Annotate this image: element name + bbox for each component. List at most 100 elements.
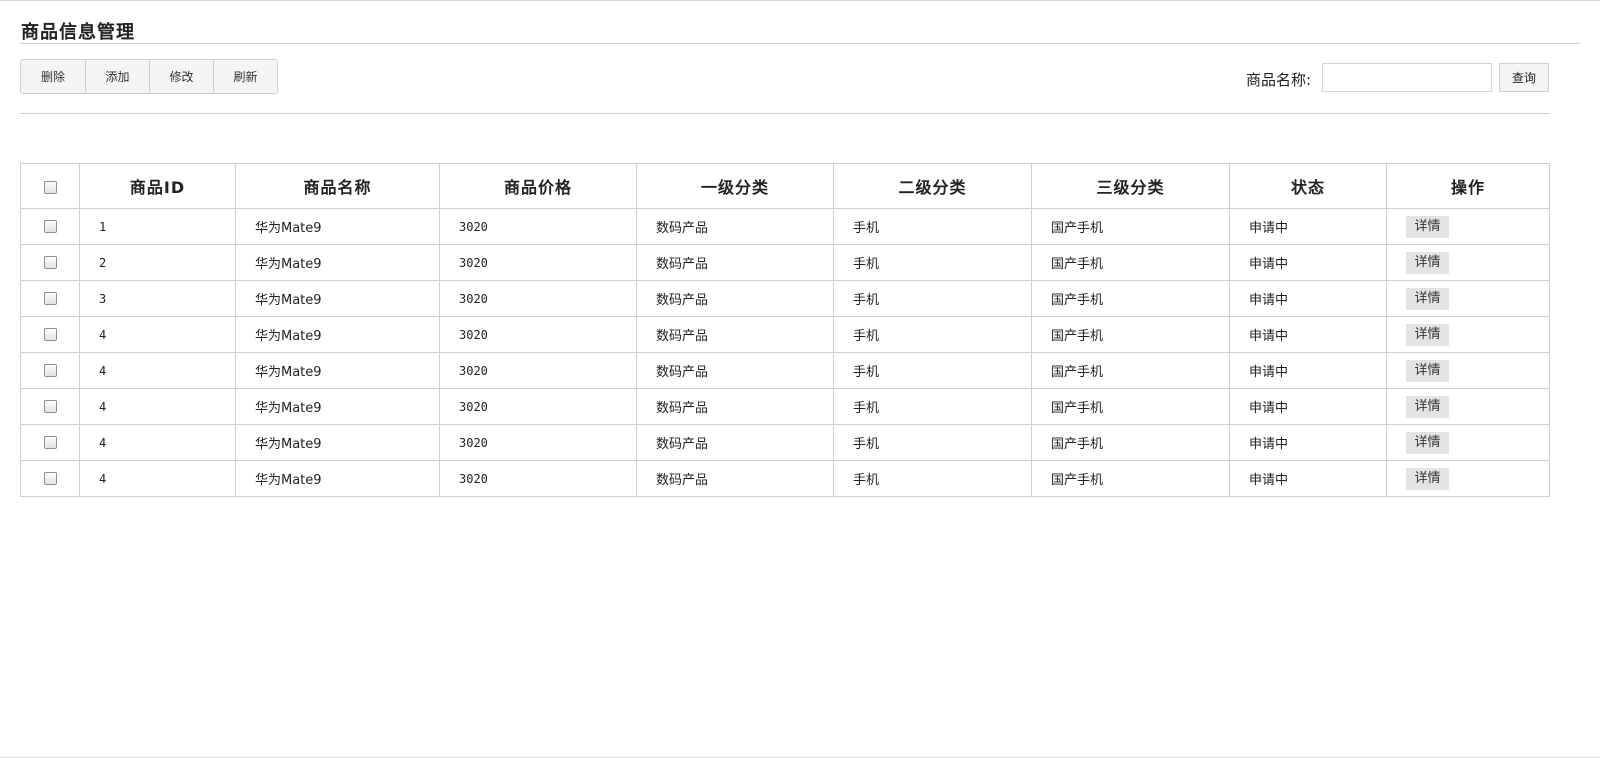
row-checkbox[interactable] xyxy=(43,400,57,413)
detail-button[interactable]: 详情 xyxy=(1406,359,1449,382)
edit-button[interactable]: 修改 xyxy=(149,60,213,93)
table-row[interactable]: 3 华为Mate9 3020 数码产品 手机 国产手机 申请中 详情 xyxy=(20,280,1550,317)
cell-name: 华为Mate9 xyxy=(235,280,440,317)
cell-name: 华为Mate9 xyxy=(235,424,440,461)
table-header-row: 商品ID 商品名称 商品价格 一级分类 二级分类 三级分类 状态 操作 xyxy=(20,163,1550,209)
detail-button[interactable]: 详情 xyxy=(1406,287,1449,310)
row-select-cell xyxy=(20,244,80,281)
detail-button[interactable]: 详情 xyxy=(1406,395,1449,418)
cell-name: 华为Mate9 xyxy=(235,460,440,497)
column-header-status[interactable]: 状态 xyxy=(1229,163,1387,209)
table-row[interactable]: 4 华为Mate9 3020 数码产品 手机 国产手机 申请中 详情 xyxy=(20,460,1550,497)
product-table: 商品ID 商品名称 商品价格 一级分类 二级分类 三级分类 状态 操作 1 华为… xyxy=(20,163,1550,497)
cell-action: 详情 xyxy=(1386,388,1550,425)
cell-category-2: 手机 xyxy=(833,208,1032,245)
cell-name: 华为Mate9 xyxy=(235,244,440,281)
cell-price: 3020 xyxy=(439,244,637,281)
cell-id: 1 xyxy=(79,208,236,245)
cell-name: 华为Mate9 xyxy=(235,388,440,425)
cell-action: 详情 xyxy=(1386,280,1550,317)
row-checkbox[interactable] xyxy=(43,472,57,485)
cell-category-2: 手机 xyxy=(833,316,1032,353)
detail-button[interactable]: 详情 xyxy=(1406,431,1449,454)
row-checkbox[interactable] xyxy=(43,364,57,377)
cell-category-2: 手机 xyxy=(833,244,1032,281)
row-select-cell xyxy=(20,352,80,389)
row-select-cell xyxy=(20,208,80,245)
cell-category-2: 手机 xyxy=(833,424,1032,461)
row-checkbox[interactable] xyxy=(43,256,57,269)
column-header-action: 操作 xyxy=(1386,163,1550,209)
cell-price: 3020 xyxy=(439,424,637,461)
add-button[interactable]: 添加 xyxy=(85,60,149,93)
cell-name: 华为Mate9 xyxy=(235,208,440,245)
cell-status: 申请中 xyxy=(1229,352,1387,389)
table-row[interactable]: 4 华为Mate9 3020 数码产品 手机 国产手机 申请中 详情 xyxy=(20,352,1550,389)
cell-id: 2 xyxy=(79,244,236,281)
cell-id: 4 xyxy=(79,460,236,497)
cell-category-1: 数码产品 xyxy=(636,244,834,281)
column-header-category-2[interactable]: 二级分类 xyxy=(833,163,1032,209)
cell-category-1: 数码产品 xyxy=(636,352,834,389)
table-row[interactable]: 4 华为Mate9 3020 数码产品 手机 国产手机 申请中 详情 xyxy=(20,316,1550,353)
toolbar-divider xyxy=(20,113,1550,114)
cell-price: 3020 xyxy=(439,208,637,245)
table-row[interactable]: 2 华为Mate9 3020 数码产品 手机 国产手机 申请中 详情 xyxy=(20,244,1550,281)
table-row[interactable]: 4 华为Mate9 3020 数码产品 手机 国产手机 申请中 详情 xyxy=(20,424,1550,461)
column-header-price[interactable]: 商品价格 xyxy=(439,163,637,209)
cell-category-1: 数码产品 xyxy=(636,424,834,461)
cell-id: 4 xyxy=(79,424,236,461)
column-header-name[interactable]: 商品名称 xyxy=(235,163,440,209)
detail-button[interactable]: 详情 xyxy=(1406,467,1449,490)
cell-price: 3020 xyxy=(439,388,637,425)
row-checkbox[interactable] xyxy=(43,292,57,305)
cell-action: 详情 xyxy=(1386,244,1550,281)
search-button[interactable]: 查询 xyxy=(1499,63,1549,92)
cell-status: 申请中 xyxy=(1229,316,1387,353)
cell-name: 华为Mate9 xyxy=(235,316,440,353)
cell-category-3: 国产手机 xyxy=(1031,424,1230,461)
row-select-cell xyxy=(20,280,80,317)
refresh-button[interactable]: 刷新 xyxy=(213,60,277,93)
cell-action: 详情 xyxy=(1386,208,1550,245)
row-checkbox[interactable] xyxy=(43,328,57,341)
cell-category-2: 手机 xyxy=(833,352,1032,389)
select-all-checkbox[interactable] xyxy=(43,180,57,194)
table-row[interactable]: 4 华为Mate9 3020 数码产品 手机 国产手机 申请中 详情 xyxy=(20,388,1550,425)
cell-price: 3020 xyxy=(439,280,637,317)
cell-action: 详情 xyxy=(1386,424,1550,461)
cell-category-3: 国产手机 xyxy=(1031,460,1230,497)
cell-category-1: 数码产品 xyxy=(636,316,834,353)
toolbar-button-group: 删除 添加 修改 刷新 xyxy=(20,59,278,94)
detail-button[interactable]: 详情 xyxy=(1406,323,1449,346)
search-label: 商品名称: xyxy=(1246,71,1312,89)
cell-price: 3020 xyxy=(439,316,637,353)
cell-category-1: 数码产品 xyxy=(636,208,834,245)
select-all-cell xyxy=(20,163,80,209)
cell-category-1: 数码产品 xyxy=(636,280,834,317)
column-header-category-1[interactable]: 一级分类 xyxy=(636,163,834,209)
cell-category-3: 国产手机 xyxy=(1031,352,1230,389)
column-header-id[interactable]: 商品ID xyxy=(79,163,236,209)
cell-status: 申请中 xyxy=(1229,244,1387,281)
detail-button[interactable]: 详情 xyxy=(1406,215,1449,238)
product-name-search-input[interactable] xyxy=(1322,63,1492,92)
cell-category-2: 手机 xyxy=(833,460,1032,497)
column-header-category-3[interactable]: 三级分类 xyxy=(1031,163,1230,209)
cell-category-3: 国产手机 xyxy=(1031,208,1230,245)
cell-id: 4 xyxy=(79,316,236,353)
cell-category-3: 国产手机 xyxy=(1031,244,1230,281)
cell-price: 3020 xyxy=(439,352,637,389)
cell-price: 3020 xyxy=(439,460,637,497)
page-title: 商品信息管理 xyxy=(21,22,135,43)
cell-category-3: 国产手机 xyxy=(1031,280,1230,317)
cell-status: 申请中 xyxy=(1229,424,1387,461)
delete-button[interactable]: 删除 xyxy=(21,60,85,93)
row-checkbox[interactable] xyxy=(43,220,57,233)
row-checkbox[interactable] xyxy=(43,436,57,449)
cell-category-3: 国产手机 xyxy=(1031,316,1230,353)
table-row[interactable]: 1 华为Mate9 3020 数码产品 手机 国产手机 申请中 详情 xyxy=(20,208,1550,245)
cell-action: 详情 xyxy=(1386,352,1550,389)
detail-button[interactable]: 详情 xyxy=(1406,251,1449,274)
cell-category-1: 数码产品 xyxy=(636,388,834,425)
